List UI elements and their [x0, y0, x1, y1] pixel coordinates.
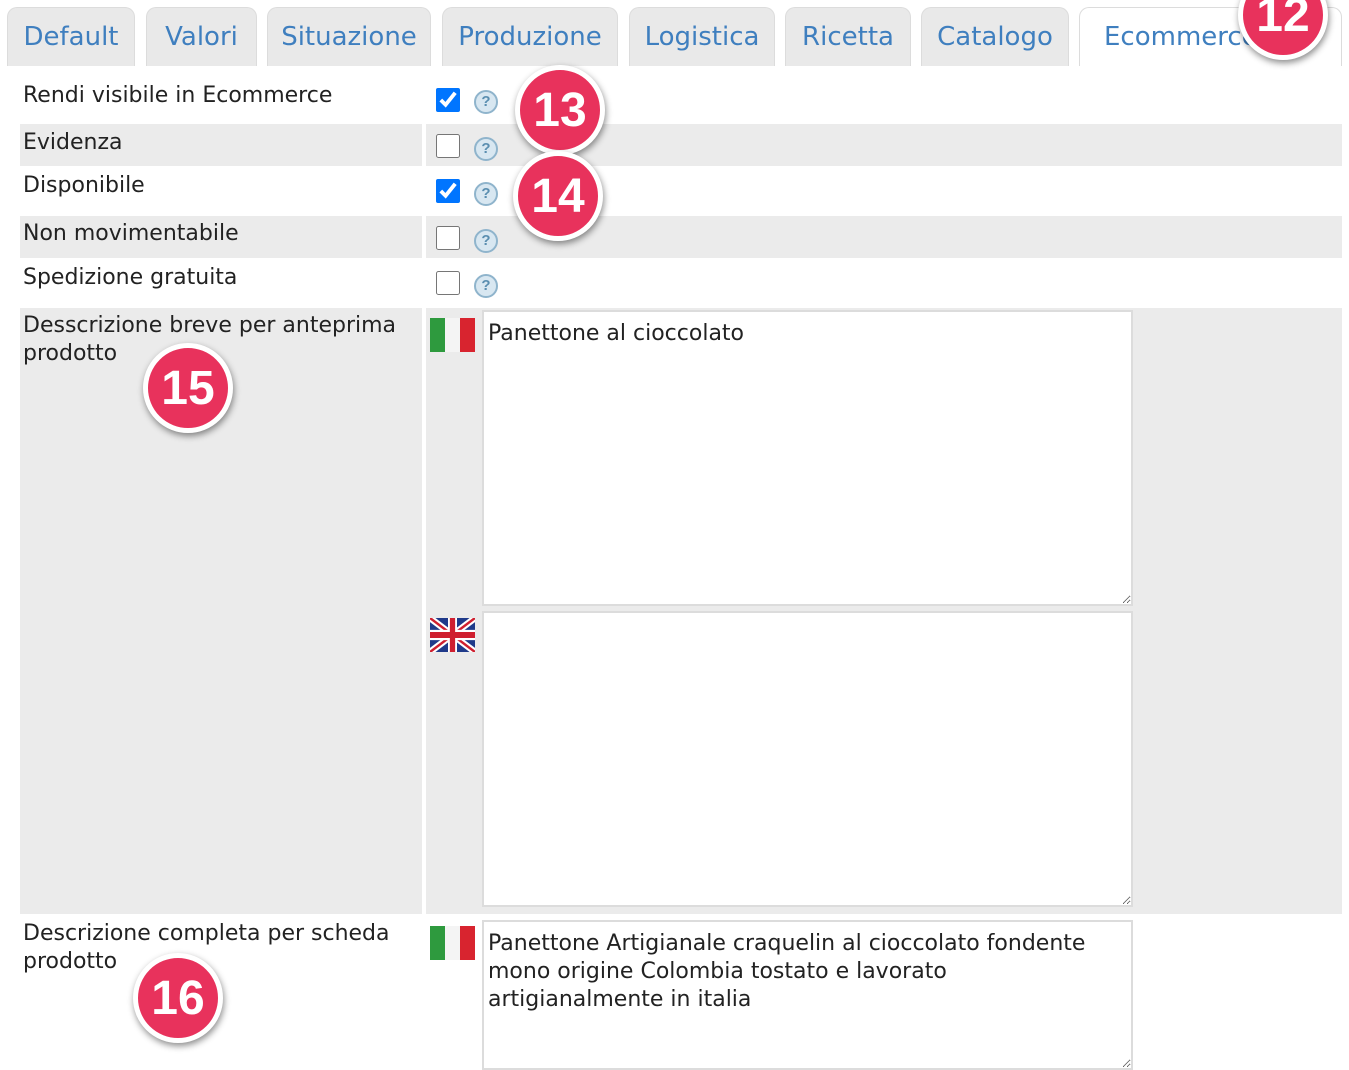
tab-logistica[interactable]: Logistica	[629, 7, 775, 66]
help-icon[interactable]: ?	[474, 229, 498, 253]
italy-flag-icon	[430, 318, 475, 352]
tab-ricetta[interactable]: Ricetta	[785, 7, 911, 66]
tab-valori[interactable]: Valori	[146, 7, 257, 66]
tab-situazione[interactable]: Situazione	[267, 7, 431, 66]
descrizione-completa-it-textarea[interactable]: Panettone Artigianale craquelin al ciocc…	[482, 920, 1133, 1070]
evidenza-label: Evidenza	[20, 124, 422, 166]
rendi-visibile-checkbox[interactable]	[436, 88, 460, 112]
row-non-movimentabile: Non movimentabile ?	[6, 216, 1342, 258]
row-rendi-visibile: Rendi visibile in Ecommerce ?	[6, 74, 1342, 120]
step-badge-14: 14	[513, 151, 603, 241]
help-icon[interactable]: ?	[474, 182, 498, 206]
tab-default[interactable]: Default	[7, 7, 135, 66]
non-movimentabile-label: Non movimentabile	[20, 216, 422, 258]
spedizione-gratuita-label: Spedizione gratuita	[23, 265, 238, 290]
disponibile-checkbox[interactable]	[436, 179, 460, 203]
tab-bar: Default Valori Situazione Produzione Log…	[0, 0, 1349, 66]
tab-produzione[interactable]: Produzione	[442, 7, 618, 66]
step-badge-16: 16	[133, 953, 223, 1043]
descrizione-breve-value: Panettone al cioccolato	[426, 308, 1342, 914]
descrizione-breve-it-textarea[interactable]: Panettone al cioccolato	[482, 310, 1133, 606]
help-icon[interactable]: ?	[474, 137, 498, 161]
descrizione-breve-en-textarea[interactable]	[482, 611, 1133, 907]
help-icon[interactable]: ?	[474, 90, 498, 114]
uk-flag-icon	[430, 618, 475, 652]
disponibile-label: Disponibile	[23, 173, 145, 198]
non-movimentabile-checkbox[interactable]	[436, 226, 460, 250]
rendi-visibile-label: Rendi visibile in Ecommerce	[23, 83, 333, 108]
evidenza-checkbox[interactable]	[436, 134, 460, 158]
descrizione-completa-value: Panettone Artigianale craquelin al ciocc…	[426, 914, 1342, 1070]
help-icon[interactable]: ?	[474, 274, 498, 298]
row-evidenza: Evidenza ?	[6, 124, 1342, 166]
tab-catalogo[interactable]: Catalogo	[921, 7, 1069, 66]
spedizione-gratuita-checkbox[interactable]	[436, 271, 460, 295]
step-badge-13: 13	[515, 65, 605, 155]
row-spedizione-gratuita: Spedizione gratuita ?	[6, 260, 1342, 306]
italy-flag-icon	[430, 926, 475, 960]
step-badge-15: 15	[143, 343, 233, 433]
spedizione-gratuita-value: ?	[426, 260, 1342, 306]
row-disponibile: Disponibile ?	[6, 168, 1342, 214]
